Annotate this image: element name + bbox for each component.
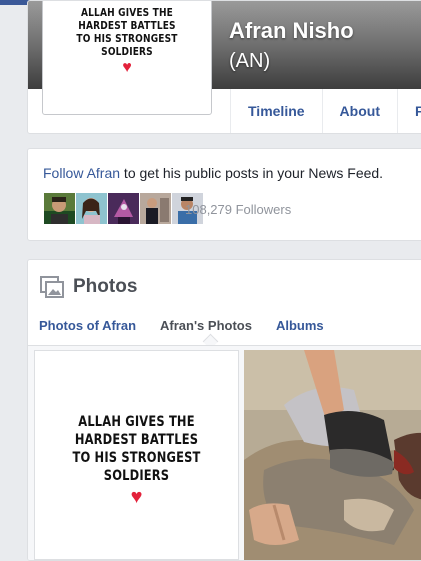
follow-message: Follow Afran to get his public posts in … [43, 165, 383, 181]
tab-photos-of[interactable]: Photos of Afran [39, 318, 136, 333]
profile-picture-text: ALLAH GIVES THE HARDEST BATTLES TO HIS S… [76, 6, 178, 58]
follow-link[interactable]: Follow Afran [43, 165, 120, 181]
avatar[interactable] [108, 193, 139, 224]
photos-header: Photos [40, 276, 137, 298]
photos-title[interactable]: Photos [73, 276, 137, 298]
heart-icon: ♥ [122, 59, 132, 76]
follow-card: Follow Afran to get his public posts in … [27, 148, 421, 241]
profile-header: ALLAH GIVES THE HARDEST BATTLES TO HIS S… [27, 0, 421, 134]
tab-about[interactable]: About [321, 89, 397, 133]
tab-users-photos[interactable]: Afran's Photos [160, 318, 252, 333]
follower-avatars [44, 193, 204, 224]
tab-albums[interactable]: Albums [276, 318, 324, 333]
tab-timeline[interactable]: Timeline [230, 89, 322, 133]
photos-icon [40, 276, 64, 298]
photo-thumbnail[interactable]: ALLAH GIVES THE HARDEST BATTLES TO HIS S… [34, 350, 239, 560]
tab-friends[interactable]: F [396, 89, 421, 133]
profile-picture[interactable]: ALLAH GIVES THE HARDEST BATTLES TO HIS S… [42, 1, 212, 115]
avatar[interactable] [140, 193, 171, 224]
profile-name[interactable]: Afran Nisho [229, 18, 354, 44]
profile-tabs: Timeline About F [230, 89, 421, 133]
photo-thumbnail[interactable] [244, 350, 421, 560]
profile-nickname: (AN) [229, 50, 271, 72]
followers-count[interactable]: 108,279 Followers [185, 202, 291, 217]
heart-icon: ♥ [130, 486, 143, 508]
photos-section: Photos Photos of Afran Afran's Photos Al… [27, 259, 421, 561]
avatar[interactable] [76, 193, 107, 224]
photo-grid: ALLAH GIVES THE HARDEST BATTLES TO HIS S… [28, 345, 421, 560]
photos-subtabs: Photos of Afran Afran's Photos Albums [39, 318, 348, 333]
follow-message-rest: to get his public posts in your News Fee… [120, 165, 384, 181]
photo-text: ALLAH GIVES THE HARDEST BATTLES TO HIS S… [72, 414, 201, 484]
avatar[interactable] [44, 193, 75, 224]
